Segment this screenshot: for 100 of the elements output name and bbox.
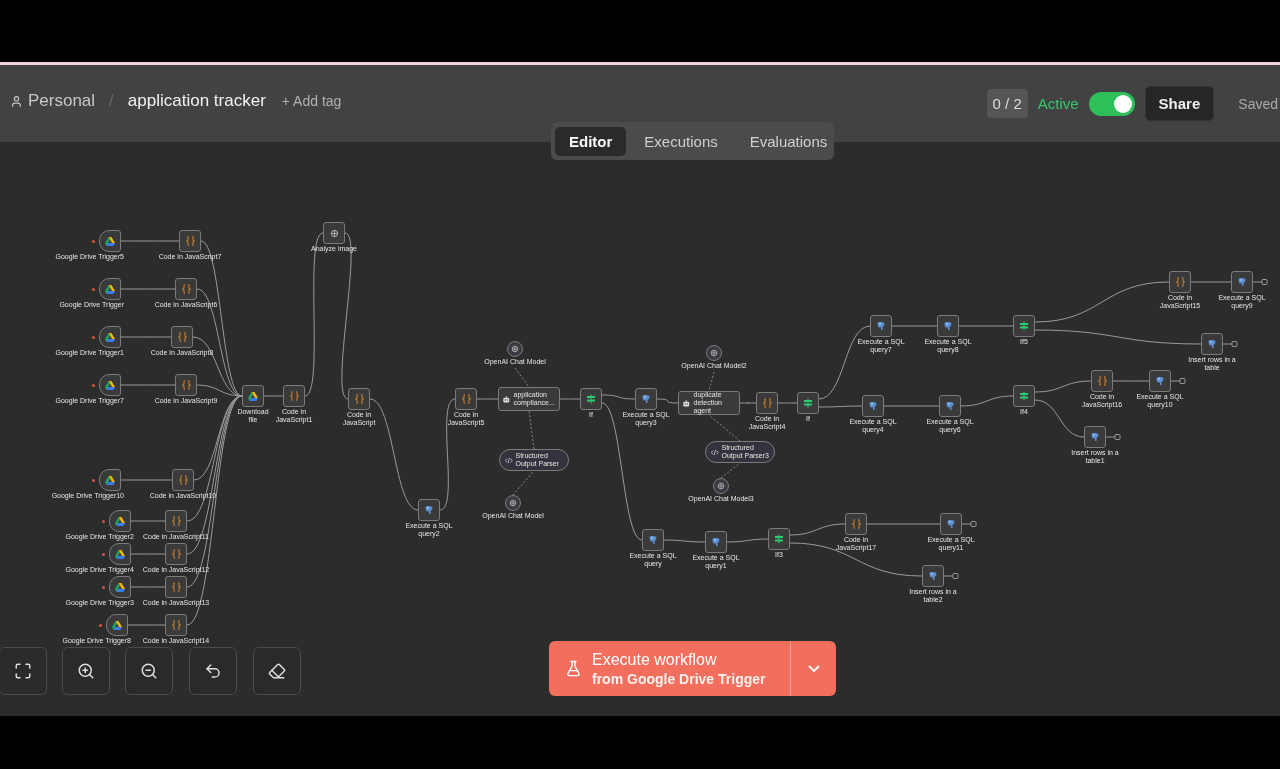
- workflow-node[interactable]: [939, 395, 961, 417]
- workflow-node[interactable]: [1231, 271, 1253, 293]
- chat-model-node[interactable]: [713, 478, 729, 494]
- dashed-connection-line: [720, 462, 741, 479]
- add-connector-icon[interactable]: [1222, 341, 1238, 347]
- workflow-node[interactable]: [1201, 333, 1223, 355]
- drive-icon: [115, 582, 125, 592]
- chat-model-node[interactable]: [706, 345, 722, 361]
- workflow-node[interactable]: [109, 543, 131, 565]
- workflow-node[interactable]: [109, 576, 131, 598]
- workflow-node[interactable]: [99, 469, 121, 491]
- database-icon: [943, 321, 953, 331]
- add-tag-link[interactable]: + Add tag: [281, 91, 342, 109]
- connection-line: [777, 402, 798, 404]
- workflow-node[interactable]: [642, 529, 664, 551]
- workflow-node[interactable]: [172, 469, 194, 491]
- undo-button[interactable]: [189, 647, 237, 695]
- ai-model-icon: [511, 345, 519, 353]
- view-tab[interactable]: Executions: [630, 126, 732, 156]
- workflow-node[interactable]: [1013, 315, 1035, 337]
- workflow-node[interactable]: [862, 395, 884, 417]
- workflow-node[interactable]: [283, 385, 305, 407]
- code-braces-icon: [171, 620, 181, 630]
- workflow-node[interactable]: [705, 531, 727, 553]
- workflow-node[interactable]: [179, 230, 201, 252]
- add-connector-icon[interactable]: [943, 573, 959, 579]
- connection-line: [1034, 380, 1092, 393]
- workflow-node[interactable]: [635, 388, 657, 410]
- workflow-node[interactable]: [109, 510, 131, 532]
- zoom-out-icon: [140, 662, 158, 680]
- workflow-node[interactable]: [922, 565, 944, 587]
- workflow-node[interactable]: [171, 326, 193, 348]
- chat-model-node[interactable]: [507, 341, 523, 357]
- workflow-node[interactable]: [99, 326, 121, 348]
- connection-line: [663, 539, 706, 543]
- code-braces-icon: [851, 519, 861, 529]
- split-icon: [586, 394, 596, 404]
- workflow-node[interactable]: [580, 388, 602, 410]
- workflow-node[interactable]: [845, 513, 867, 535]
- connection-line: [601, 394, 636, 400]
- add-connector-icon[interactable]: [1105, 434, 1121, 440]
- workflow-node[interactable]: [165, 510, 187, 532]
- connection-line: [130, 586, 166, 588]
- split-icon: [1019, 391, 1029, 401]
- database-icon: [876, 321, 886, 331]
- workflow-node[interactable]: [242, 385, 264, 407]
- code-braces-icon: [171, 516, 181, 526]
- add-connector-icon[interactable]: [1252, 279, 1268, 285]
- workflow-node[interactable]: [1091, 370, 1113, 392]
- project-link[interactable]: Personal: [28, 91, 96, 111]
- view-tab[interactable]: Editor: [555, 126, 627, 156]
- asterisk-icon: [92, 383, 95, 387]
- workflow-node[interactable]: [937, 315, 959, 337]
- workflow-node[interactable]: [1013, 385, 1035, 407]
- asterisk-icon: [102, 585, 105, 589]
- code-braces-icon: [171, 582, 181, 592]
- database-icon: [868, 401, 878, 411]
- workflow-node[interactable]: [323, 222, 345, 244]
- workflow-node[interactable]: [99, 278, 121, 300]
- workflow-node[interactable]: [455, 388, 477, 410]
- drive-icon: [112, 620, 122, 630]
- workflow-name[interactable]: application tracker: [127, 91, 266, 111]
- code-braces-icon: [171, 549, 181, 559]
- connection-line: [739, 402, 757, 404]
- workflow-node[interactable]: [940, 513, 962, 535]
- chat-model-node[interactable]: [505, 495, 521, 511]
- workflow-node[interactable]: [165, 614, 187, 636]
- add-connector-icon[interactable]: [961, 521, 977, 527]
- workflow-node[interactable]: [175, 278, 197, 300]
- workflow-node[interactable]: [797, 392, 819, 414]
- code-braces-icon: [461, 394, 471, 404]
- workflow-node[interactable]: [1084, 426, 1106, 448]
- workflow-node[interactable]: [99, 374, 121, 396]
- workflow-node[interactable]: [1169, 271, 1191, 293]
- add-connector-icon[interactable]: [1170, 378, 1186, 384]
- workflow-node[interactable]: [165, 576, 187, 598]
- workflow-node[interactable]: [1149, 370, 1171, 392]
- workflow-node[interactable]: [175, 374, 197, 396]
- connection-line: [127, 624, 166, 626]
- zoom-out-button[interactable]: [125, 647, 173, 695]
- workflow-node[interactable]: [418, 499, 440, 521]
- share-button[interactable]: Share: [1144, 86, 1215, 121]
- drive-icon: [105, 380, 115, 390]
- workflow-node[interactable]: [348, 388, 370, 410]
- database-icon: [946, 519, 956, 529]
- active-toggle[interactable]: [1088, 91, 1135, 116]
- workflow-node[interactable]: [165, 543, 187, 565]
- tidy-up-button[interactable]: [253, 647, 301, 695]
- workflow-node[interactable]: [768, 528, 790, 550]
- ai-model-icon: [710, 349, 718, 357]
- workflow-node[interactable]: [106, 614, 128, 636]
- dashed-connection-line: [708, 414, 741, 442]
- workflow-node[interactable]: [99, 230, 121, 252]
- workflow-node[interactable]: [870, 315, 892, 337]
- dashed-connection-line: [528, 410, 535, 450]
- workflow-node[interactable]: [756, 392, 778, 414]
- counter-badge: 0 / 2: [986, 89, 1028, 118]
- view-tab[interactable]: Evaluations: [735, 126, 842, 156]
- fit-view-button[interactable]: [0, 647, 47, 695]
- zoom-in-button[interactable]: [62, 647, 110, 695]
